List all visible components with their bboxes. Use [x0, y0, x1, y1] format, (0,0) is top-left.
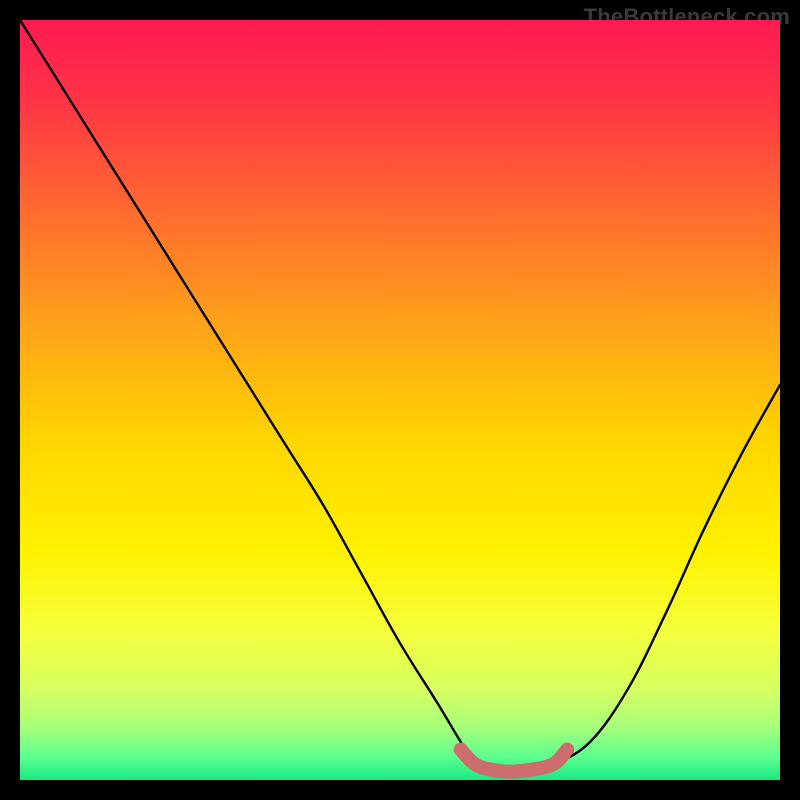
optimal-zone-dot — [454, 743, 468, 757]
gradient-background — [20, 20, 780, 780]
chart-stage: TheBottleneck.com — [0, 0, 800, 800]
plot-area — [20, 20, 780, 780]
plot-svg — [20, 20, 780, 780]
